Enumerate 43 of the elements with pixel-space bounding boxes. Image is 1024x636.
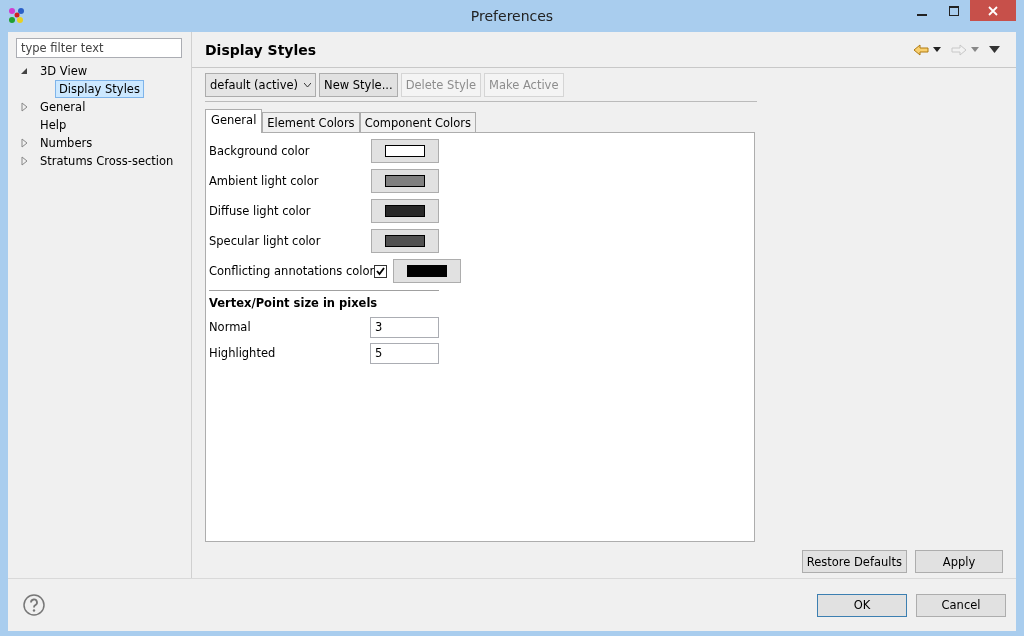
expanded-arrow-icon[interactable] [20,66,30,76]
color-button[interactable] [393,259,462,283]
field-label: Conflicting annotations color [209,264,375,278]
chevron-down-icon [304,82,312,88]
color-button[interactable] [371,229,439,253]
app-logo-icon [8,7,26,25]
collapsed-arrow-icon[interactable] [20,138,30,148]
field-label: Ambient light color [209,174,319,188]
collapsed-arrow-icon[interactable] [20,102,30,112]
field-label: Highlighted [209,346,276,360]
minimize-icon [917,13,927,16]
collapsed-arrow-icon[interactable] [20,156,30,166]
tab[interactable]: Component Colors [359,112,477,133]
color-button[interactable] [371,169,439,193]
dialog-button[interactable]: Cancel [916,593,1006,617]
field-label: Diffuse light color [209,204,311,218]
view-menu-icon[interactable] [989,46,1000,53]
tab[interactable]: General [205,109,263,133]
checkbox[interactable] [374,264,388,278]
color-button[interactable] [371,199,439,223]
help-icon[interactable] [23,594,45,616]
dialog-button[interactable]: OK [817,593,907,617]
close-icon [988,5,998,16]
style-dropdown[interactable]: default (active) [205,73,317,97]
field-label: Normal [209,320,251,334]
toolbar-button[interactable]: New Style... [319,73,398,97]
page-button[interactable]: Apply [915,550,1003,573]
section-title: Vertex/Point size in pixels [209,296,379,312]
number-field[interactable]: 3 [370,316,439,338]
checkmark-icon [376,266,386,276]
page-button[interactable]: Restore Defaults [801,550,907,573]
number-field[interactable]: 5 [370,342,439,364]
color-button[interactable] [371,139,439,163]
field-label: Specular light color [209,234,321,248]
tree-item[interactable]: Display Styles [55,80,144,98]
field-label: Background color [209,144,310,158]
tab[interactable]: Element Colors [262,112,360,133]
dropdown-icon[interactable] [933,47,941,52]
close-button[interactable] [970,0,1016,21]
filter-field[interactable]: type filter text [16,38,182,58]
window-title: Preferences [469,8,555,24]
maximize-icon [949,5,959,16]
page-title: Display Styles [205,41,317,58]
